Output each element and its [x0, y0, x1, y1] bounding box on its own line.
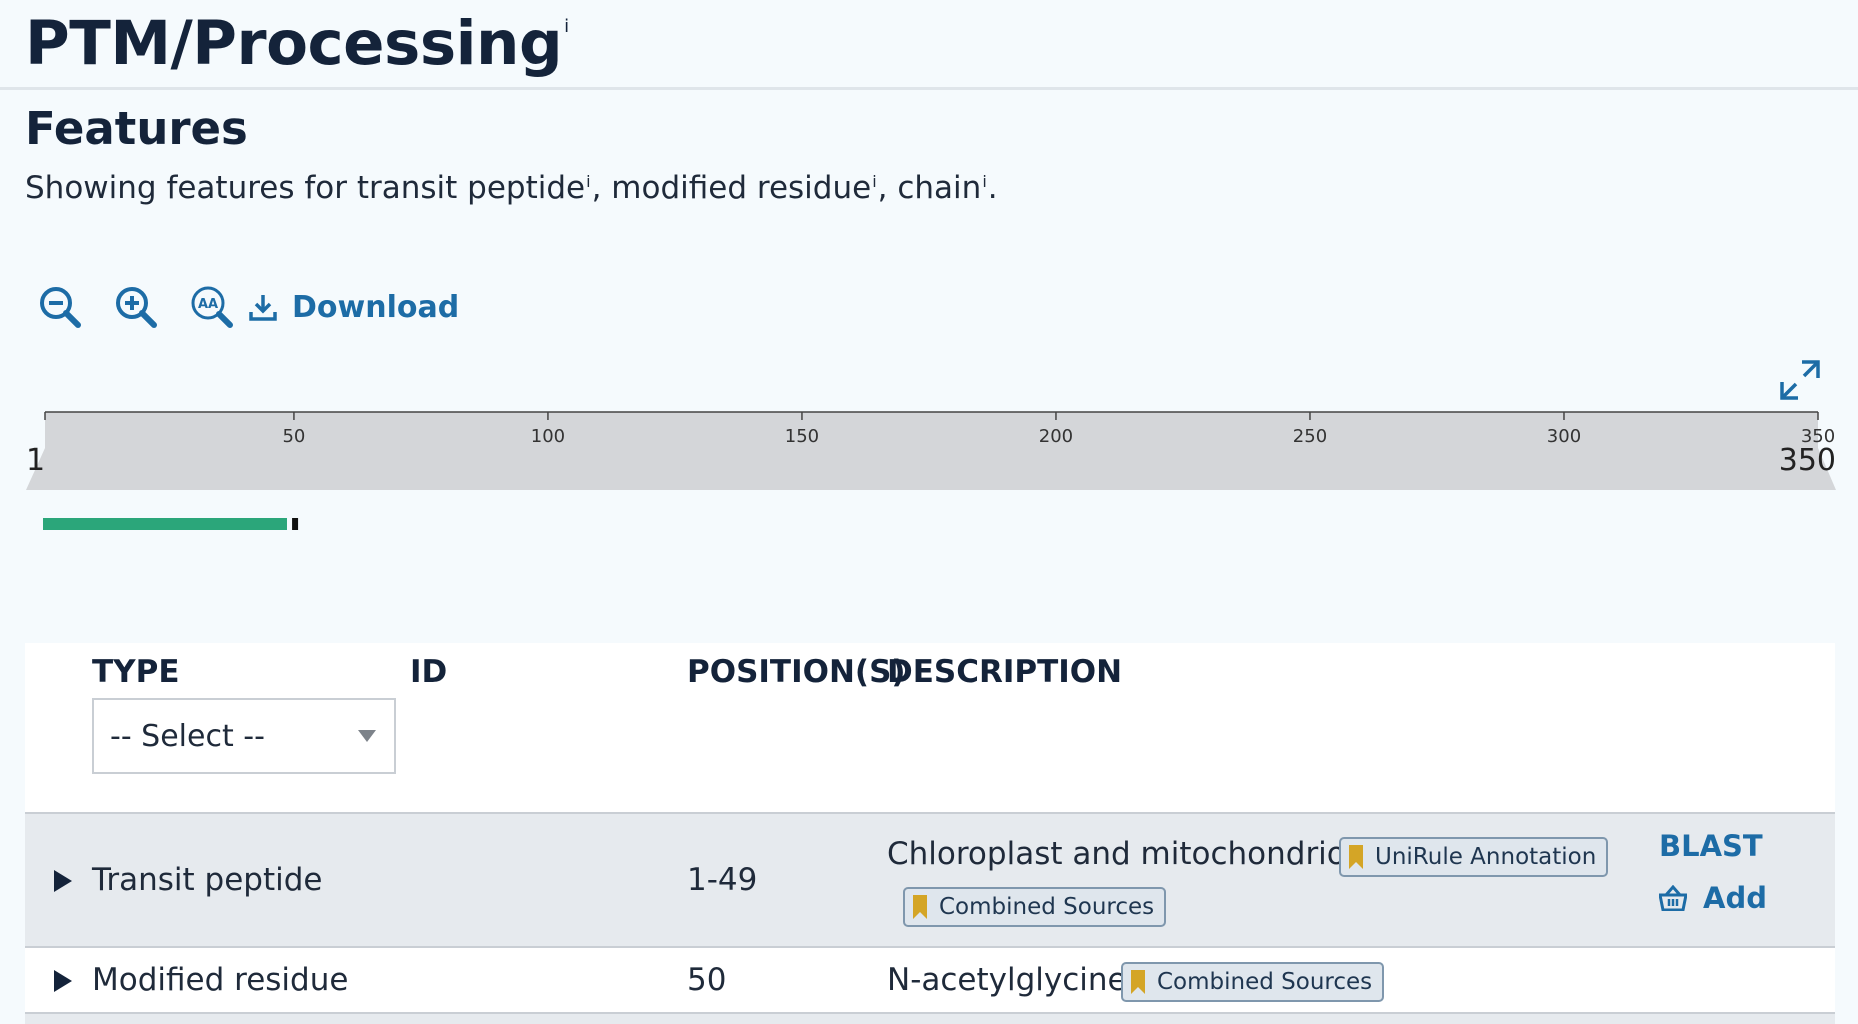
row-description: Chloroplast and mitochondrion — [887, 836, 1366, 872]
viewer-toolbar: AA Download — [36, 282, 459, 332]
ruler-tick-label: 150 — [785, 426, 819, 447]
row-type: Modified residue — [92, 962, 349, 998]
chevron-down-icon — [358, 730, 376, 742]
feature-type-modified-residue: modified residue — [611, 170, 872, 206]
features-heading: Features — [25, 102, 248, 155]
section-title: PTM/Processing i — [25, 8, 569, 79]
expand-row-icon[interactable] — [54, 970, 72, 992]
features-summary: Showing features for transit peptidei, m… — [25, 170, 998, 206]
zoom-aa-icon[interactable]: AA — [188, 283, 236, 331]
modified-residue-feature[interactable] — [292, 518, 299, 530]
download-icon — [249, 295, 277, 321]
ruler-tick-label: 350 — [1801, 426, 1835, 447]
row-positions: 1-49 — [687, 862, 758, 898]
add-to-basket-button[interactable]: Add — [1659, 881, 1767, 915]
table-row — [25, 1014, 1835, 1024]
evidence-tag[interactable]: Combined Sources — [1121, 962, 1385, 1002]
positions-header[interactable]: POSITION(S) — [687, 654, 906, 690]
download-button[interactable]: Download — [248, 290, 459, 325]
ruler-tick-label: 50 — [282, 426, 305, 447]
type-filter-select[interactable]: -- Select -- — [92, 698, 396, 774]
feature-type-chain: chain — [897, 170, 982, 206]
info-icon[interactable]: i — [564, 16, 569, 37]
protein-feature-viewer[interactable]: 50 100 150 200 250 300 350 1 350 — [0, 0, 1858, 530]
transit-peptide-feature[interactable] — [43, 518, 287, 530]
ruler-tick-label: 100 — [531, 426, 565, 447]
description-header[interactable]: DESCRIPTION — [887, 654, 1122, 690]
basket-icon — [1659, 885, 1687, 911]
type-header[interactable]: TYPE — [92, 654, 180, 690]
info-icon[interactable]: i — [982, 172, 986, 191]
bookmark-icon — [1349, 845, 1363, 869]
bookmark-icon — [913, 895, 927, 919]
range-end-label: 350 — [1779, 443, 1836, 478]
fullscreen-icon[interactable] — [1778, 358, 1822, 402]
row-description: N-acetylglycine — [887, 962, 1127, 998]
range-start-label: 1 — [26, 443, 45, 478]
ruler-bar — [45, 412, 1818, 448]
id-header[interactable]: ID — [410, 654, 447, 690]
row-type: Transit peptide — [92, 862, 323, 898]
zoom-in-icon[interactable] — [112, 283, 160, 331]
zoom-out-icon[interactable] — [36, 283, 84, 331]
title-divider — [0, 87, 1858, 90]
ruler-tick-label: 200 — [1039, 426, 1073, 447]
evidence-tag[interactable]: Combined Sources — [903, 887, 1167, 927]
row-positions: 50 — [687, 962, 727, 998]
expand-row-icon[interactable] — [54, 870, 72, 892]
blast-link[interactable]: BLAST — [1659, 829, 1763, 863]
ruler-tick-label: 300 — [1547, 426, 1581, 447]
evidence-tag[interactable]: UniRule Annotation — [1339, 837, 1609, 877]
info-icon[interactable]: i — [872, 172, 876, 191]
ruler-tick-label: 250 — [1293, 426, 1327, 447]
zoom-window — [26, 448, 1836, 490]
svg-text:AA: AA — [198, 297, 218, 312]
feature-type-transit-peptide: transit peptide — [356, 170, 586, 206]
bookmark-icon — [1131, 970, 1145, 994]
info-icon[interactable]: i — [586, 172, 590, 191]
